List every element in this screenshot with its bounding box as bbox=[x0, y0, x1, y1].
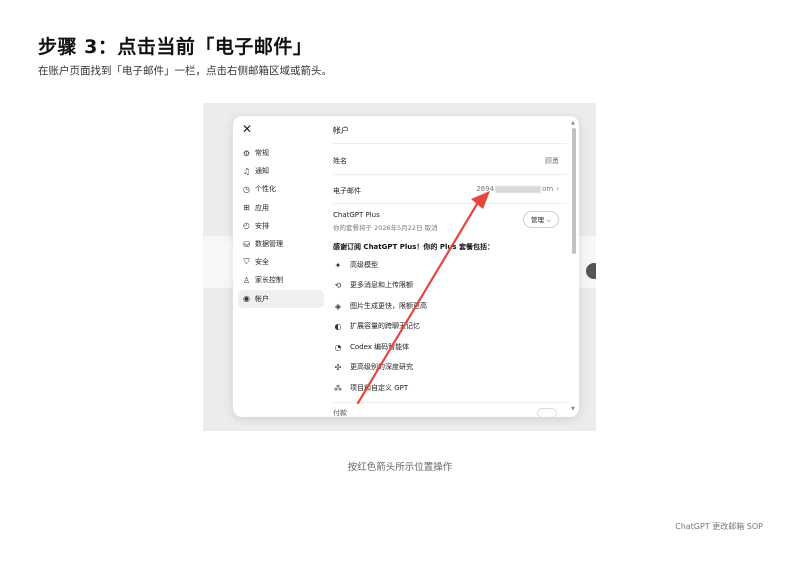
apps-icon: ⊞ bbox=[243, 203, 250, 213]
sidebar-item-label: 数据管理 bbox=[255, 240, 283, 249]
sidebar-item-parental-controls[interactable]: ♙ 家长控制 bbox=[238, 271, 324, 289]
sidebar-item-label: 个性化 bbox=[255, 185, 276, 194]
email-value[interactable]: 2694 om › bbox=[476, 185, 559, 193]
document-page: 步骤 3：点击当前「电子邮件」 在账户页面找到「电子邮件」一栏，点击右侧邮箱区域… bbox=[0, 0, 800, 565]
account-panel: 帐户 姓名 顾勇 电子邮件 2694 om › ChatGPT Plus 你的套餐将… bbox=[333, 116, 567, 417]
settings-dialog: ✕ ⚙ 常规 ♫ 通知 ◷ 个性化 ⊞ 应用 ◴ 安排 ⛁ 数据管理 ⛉ 安全 ♙ 家长控制 ◉… bbox=[233, 116, 579, 417]
background-send-button bbox=[586, 263, 596, 279]
divider bbox=[333, 203, 567, 204]
sidebar-item-label: 常规 bbox=[255, 149, 269, 158]
email-redaction bbox=[495, 185, 542, 193]
scroll-down-icon[interactable]: ▼ bbox=[571, 406, 575, 412]
manage-button[interactable]: 管理 ⌵ bbox=[523, 211, 559, 228]
benefit-item: ◔ Codex 编码智能体 bbox=[333, 341, 410, 353]
plan-cancel-date: 你的套餐将于 2026年5月22日 取消 bbox=[333, 224, 438, 232]
account-icon: ◉ bbox=[243, 294, 250, 304]
sidebar-item-data-controls[interactable]: ⛁ 数据管理 bbox=[238, 235, 324, 253]
image-icon: ◈ bbox=[334, 301, 342, 311]
page-subtitle: 在账户页面找到「电子邮件」一栏，点击右侧邮箱区域或箭头。 bbox=[38, 65, 332, 77]
benefit-label: 高级模型 bbox=[350, 261, 378, 269]
benefit-item: ◐ 扩展容量的跨聊天记忆 bbox=[333, 320, 421, 332]
scroll-thumb[interactable] bbox=[572, 128, 576, 254]
payment-label: 付款 bbox=[333, 409, 347, 417]
sidebar-item-label: 帐户 bbox=[255, 294, 269, 303]
benefits-heading: 感谢订阅 ChatGPT Plus！你的 Plus 套餐包括： bbox=[333, 243, 494, 251]
sidebar-item-general[interactable]: ⚙ 常规 bbox=[238, 144, 324, 162]
codex-icon: ◔ bbox=[334, 342, 342, 352]
benefit-label: Codex 编码智能体 bbox=[350, 343, 410, 351]
parental-icon: ♙ bbox=[242, 275, 251, 285]
upload-icon: ⟲ bbox=[334, 280, 342, 290]
close-icon[interactable]: ✕ bbox=[242, 122, 252, 136]
divider bbox=[333, 402, 567, 403]
sidebar-item-label: 应用 bbox=[255, 203, 269, 212]
scrollbar[interactable]: ▲ ▼ bbox=[571, 120, 577, 412]
sidebar-item-schedules[interactable]: ◴ 安排 bbox=[238, 217, 324, 235]
benefit-item: ⟲ 更多消息和上传限额 bbox=[333, 279, 413, 291]
sidebar-item-label: 安全 bbox=[255, 258, 269, 267]
benefit-item: ✣ 更高级别的深度研究 bbox=[333, 361, 413, 373]
bell-icon: ♫ bbox=[242, 166, 251, 176]
benefit-label: 项目和自定义 GPT bbox=[350, 384, 409, 392]
benefit-item: ✦ 高级模型 bbox=[333, 259, 378, 271]
chevron-right-icon[interactable]: › bbox=[556, 185, 559, 193]
benefit-label: 图片生成更快，限额更高 bbox=[350, 302, 427, 310]
sidebar-item-label: 通知 bbox=[255, 167, 269, 176]
page-footer: ChatGPT 更改邮箱 SOP bbox=[675, 522, 763, 531]
settings-sidebar: ⚙ 常规 ♫ 通知 ◷ 个性化 ⊞ 应用 ◴ 安排 ⛁ 数据管理 ⛉ 安全 ♙ 家长控制 ◉ 帐户 bbox=[238, 144, 324, 308]
benefit-label: 更多消息和上传限额 bbox=[350, 281, 413, 289]
name-value: 顾勇 bbox=[545, 157, 559, 165]
gpt-icon: ⁂ bbox=[334, 383, 342, 393]
sidebar-item-label: 安排 bbox=[255, 221, 269, 230]
data-icon: ⛁ bbox=[243, 239, 250, 249]
benefit-item: ◈ 图片生成更快，限额更高 bbox=[333, 300, 427, 312]
gear-icon: ⚙ bbox=[242, 148, 251, 158]
schedule-icon: ◴ bbox=[243, 221, 250, 231]
benefit-item: ⁂ 项目和自定义 GPT bbox=[333, 382, 408, 394]
page-title: 步骤 3：点击当前「电子邮件」 bbox=[38, 36, 313, 58]
sidebar-item-account[interactable]: ◉ 帐户 bbox=[238, 289, 324, 308]
email-prefix: 2694 bbox=[476, 185, 495, 193]
divider bbox=[333, 143, 567, 144]
email-label: 电子邮件 bbox=[333, 187, 361, 195]
settings-screenshot: ⇅ ✕ ⚙常规 ♫通知 ◷个性化 ⊞应用 ◴安排 ⛁数据管理 ⛉安全 ♙家长控制… bbox=[203, 103, 596, 431]
research-icon: ✣ bbox=[334, 362, 342, 372]
scroll-up-icon[interactable]: ▲ bbox=[571, 120, 575, 126]
email-suffix: om bbox=[542, 185, 554, 193]
benefit-label: 更高级别的深度研究 bbox=[350, 363, 413, 371]
shield-icon: ⛉ bbox=[243, 257, 250, 267]
plan-name: ChatGPT Plus bbox=[333, 211, 380, 219]
sidebar-item-apps[interactable]: ⊞ 应用 bbox=[238, 199, 324, 217]
personalize-icon: ◷ bbox=[243, 184, 250, 194]
sidebar-item-security[interactable]: ⛉ 安全 bbox=[238, 253, 324, 271]
benefit-label: 扩展容量的跨聊天记忆 bbox=[350, 322, 420, 330]
divider bbox=[333, 174, 567, 175]
name-label: 姓名 bbox=[333, 157, 347, 165]
memory-icon: ◐ bbox=[334, 321, 342, 331]
panel-title: 帐户 bbox=[333, 126, 349, 135]
payment-button[interactable] bbox=[537, 408, 557, 417]
sidebar-item-notifications[interactable]: ♫ 通知 bbox=[238, 162, 324, 180]
sidebar-item-label: 家长控制 bbox=[255, 276, 283, 285]
sidebar-item-personalization[interactable]: ◷ 个性化 bbox=[238, 180, 324, 198]
figure-caption: 按红色箭头所示位置操作 bbox=[347, 462, 453, 473]
sparkle-icon: ✦ bbox=[334, 260, 342, 270]
